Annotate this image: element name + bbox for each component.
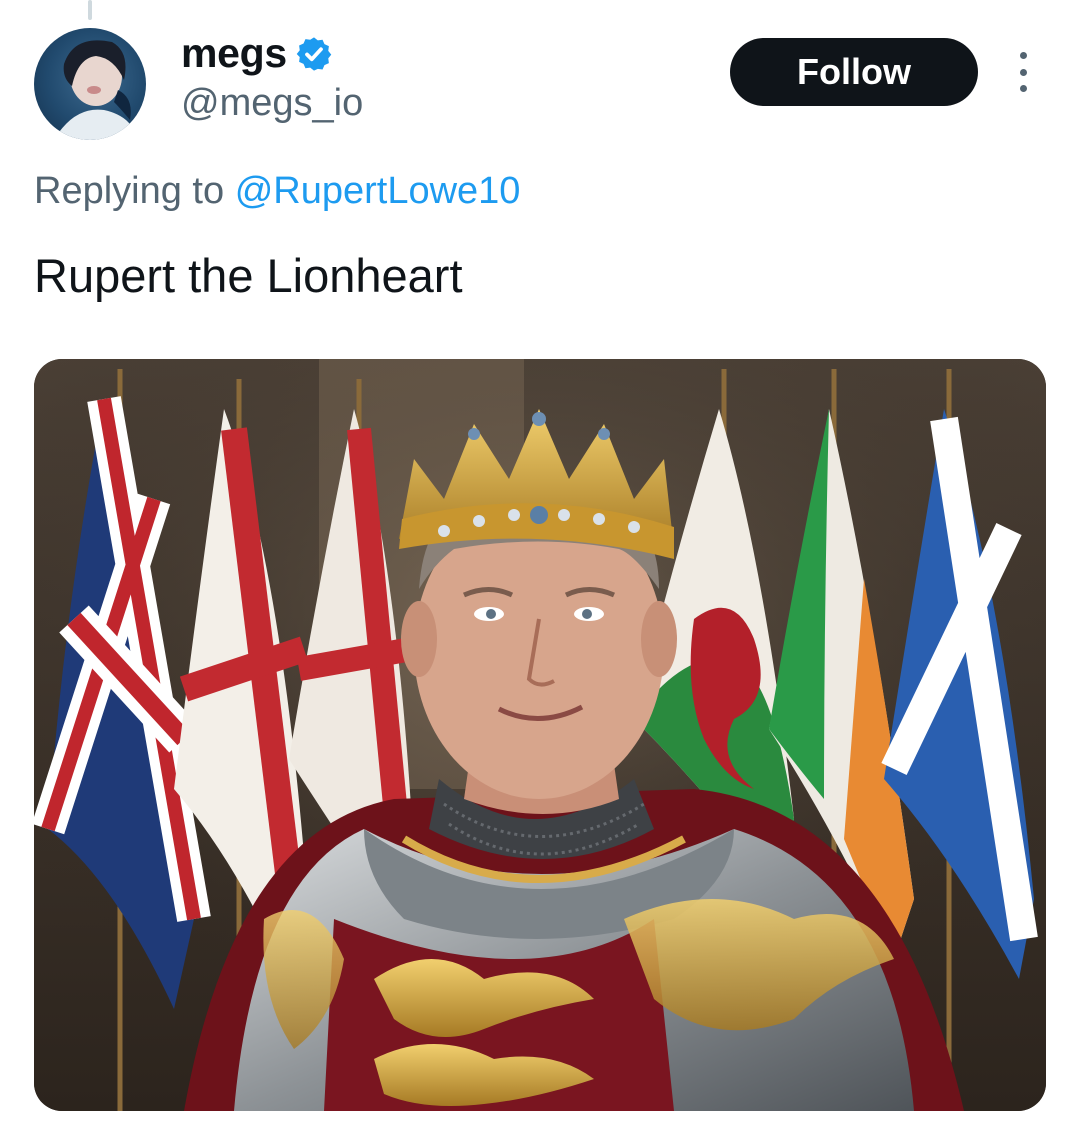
- more-dot: [1019, 85, 1027, 92]
- follow-button[interactable]: Follow: [730, 38, 978, 106]
- more-dot: [1019, 52, 1027, 59]
- replying-to-line: Replying to @RupertLowe10: [34, 170, 520, 213]
- avatar-image: [54, 40, 138, 140]
- verified-badge-icon: [295, 35, 333, 73]
- author-avatar[interactable]: [34, 28, 146, 140]
- author-display-name[interactable]: megs: [181, 30, 333, 77]
- media-illustration: [34, 359, 1046, 1111]
- more-options-icon[interactable]: [1008, 52, 1038, 92]
- replying-prefix: Replying to: [34, 170, 225, 212]
- tweet-text: Rupert the Lionheart: [34, 249, 463, 302]
- replying-to-mention-link[interactable]: @RupertLowe10: [235, 170, 521, 212]
- tweet-media-image[interactable]: [34, 359, 1046, 1111]
- author-handle[interactable]: @megs_io: [181, 82, 363, 125]
- author-name-text[interactable]: megs: [181, 30, 287, 77]
- thread-connector-line: [88, 0, 92, 20]
- more-dot: [1019, 68, 1027, 76]
